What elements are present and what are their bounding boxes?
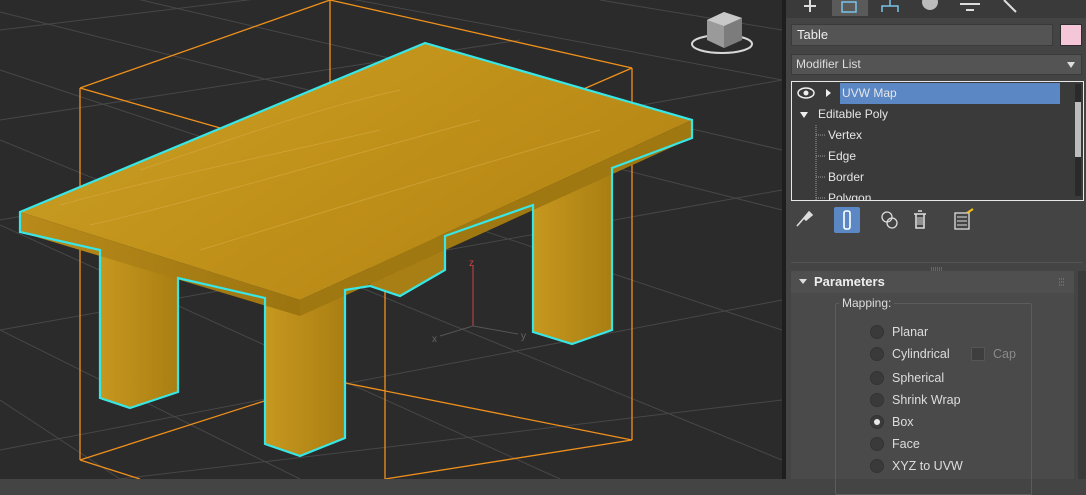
rollout-drag-grip-icon[interactable] bbox=[1058, 278, 1066, 286]
mapping-group-label: Mapping: bbox=[839, 296, 895, 310]
motion-tab-icon[interactable] bbox=[912, 0, 948, 16]
perspective-viewport[interactable]: z x y bbox=[0, 0, 782, 479]
hierarchy-tab-icon[interactable] bbox=[872, 0, 908, 16]
stack-item-polygon[interactable]: Polygon bbox=[792, 188, 1062, 200]
command-panel: Table Modifier List UVW Map Editable Pol… bbox=[786, 0, 1086, 495]
display-tab-icon[interactable] bbox=[952, 0, 988, 16]
pin-stack-icon[interactable] bbox=[791, 207, 817, 233]
mapping-option-cylindrical[interactable]: Cylindrical Cap bbox=[791, 344, 1051, 364]
stack-toolbar bbox=[791, 207, 1081, 235]
panel-scroll-strip[interactable] bbox=[1078, 271, 1086, 479]
show-end-result-icon[interactable] bbox=[834, 207, 860, 233]
radio-cylindrical[interactable] bbox=[870, 347, 884, 361]
modifier-stack[interactable]: UVW Map Editable Poly Vertex Edge Border… bbox=[791, 81, 1084, 201]
stack-item-border[interactable]: Border bbox=[792, 167, 1062, 188]
parameters-rollout-header[interactable]: Parameters bbox=[791, 271, 1074, 293]
axis-y-label: y bbox=[521, 331, 526, 342]
command-panel-tabs bbox=[786, 0, 1086, 18]
radio-box[interactable] bbox=[870, 415, 884, 429]
axis-x-label: x bbox=[432, 334, 437, 345]
radio-xyz-to-uvw[interactable] bbox=[870, 459, 884, 473]
make-unique-icon[interactable] bbox=[877, 207, 903, 233]
modify-tab-icon[interactable] bbox=[832, 0, 868, 16]
radio-planar[interactable] bbox=[870, 325, 884, 339]
parameters-rollout-body: Mapping: Planar Cylindrical Cap Spherica… bbox=[791, 293, 1074, 495]
create-tab-icon[interactable] bbox=[792, 0, 828, 16]
stack-item-editable-poly[interactable]: Editable Poly bbox=[792, 104, 1062, 125]
stack-scrollbar-thumb[interactable] bbox=[1075, 102, 1081, 157]
cap-checkbox[interactable] bbox=[971, 347, 985, 361]
collapse-triangle-icon bbox=[799, 279, 807, 284]
axis-z-label: z bbox=[469, 258, 474, 269]
utilities-tab-icon[interactable] bbox=[992, 0, 1028, 16]
stack-scrollbar[interactable] bbox=[1075, 84, 1081, 196]
object-name-field[interactable]: Table bbox=[791, 24, 1053, 46]
cap-label: Cap bbox=[993, 347, 1016, 361]
modifier-list-dropdown[interactable]: Modifier List bbox=[791, 54, 1082, 75]
axis-tripod: z x y bbox=[432, 258, 526, 345]
chevron-down-icon bbox=[1067, 62, 1075, 68]
rollout-divider bbox=[791, 262, 1082, 263]
stack-item-edge[interactable]: Edge bbox=[792, 146, 1062, 167]
radio-face[interactable] bbox=[870, 437, 884, 451]
radio-spherical[interactable] bbox=[870, 371, 884, 385]
radio-shrink-wrap[interactable] bbox=[870, 393, 884, 407]
stack-item-uvw-map[interactable]: UVW Map bbox=[840, 83, 1060, 104]
object-color-swatch[interactable] bbox=[1060, 24, 1082, 46]
configure-modifier-sets-icon[interactable] bbox=[951, 207, 977, 233]
viewcube-icon[interactable] bbox=[691, 12, 753, 54]
modifier-list-label: Modifier List bbox=[796, 57, 861, 71]
remove-modifier-icon[interactable] bbox=[907, 207, 933, 233]
stack-item-vertex[interactable]: Vertex bbox=[792, 125, 1062, 146]
